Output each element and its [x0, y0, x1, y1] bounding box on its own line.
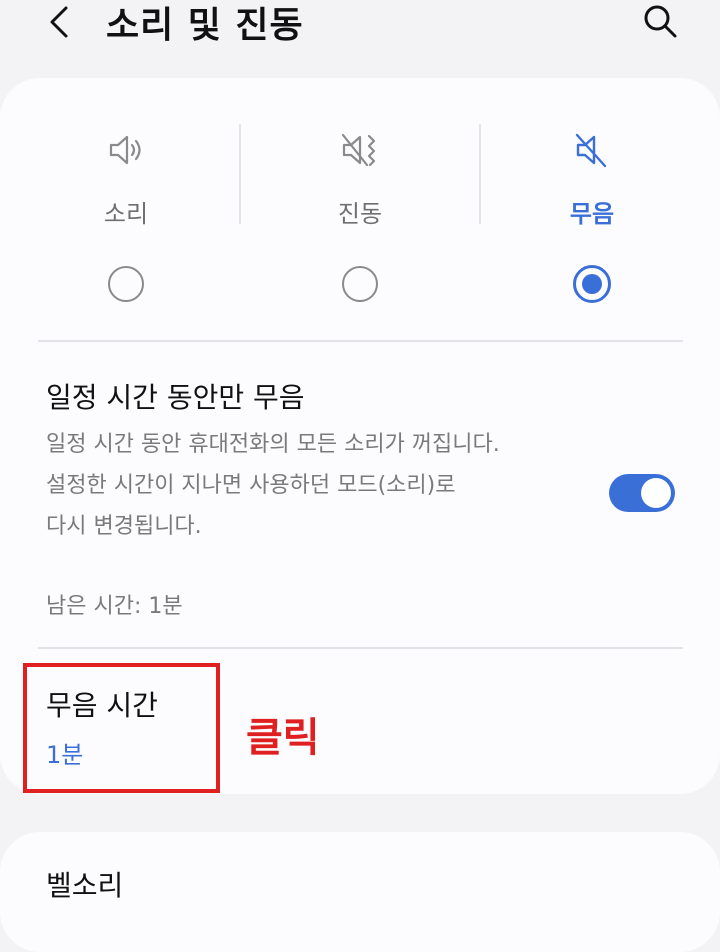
- back-button[interactable]: [40, 2, 80, 42]
- search-button[interactable]: [638, 0, 682, 44]
- highlight-box: [23, 663, 220, 793]
- mode-divider: [479, 124, 481, 224]
- speaker-icon: [109, 135, 141, 165]
- mode-sound[interactable]: 소리: [46, 78, 206, 302]
- section-divider: [38, 647, 683, 649]
- section-divider: [38, 340, 683, 342]
- click-annotation: 클릭: [246, 715, 320, 761]
- mode-mute-radio[interactable]: [573, 265, 611, 303]
- ringtone-title[interactable]: 벨소리: [46, 864, 123, 904]
- timed-mute-title: 일정 시간 동안만 무음: [46, 381, 305, 414]
- mode-divider: [239, 124, 241, 224]
- timed-mute-description: 일정 시간 동안 휴대전화의 모든 소리가 꺼집니다. 설정한 시간이 지나면 …: [46, 424, 606, 547]
- mode-sound-label: 소리: [103, 200, 149, 228]
- vibrate-icon: [341, 133, 376, 167]
- timed-mute-description-line: 설정한 시간이 지나면 사용하던 모드(소리)로: [46, 473, 456, 498]
- remaining-time: 남은 시간: 1분: [46, 594, 183, 619]
- page-title: 소리 및 진동: [106, 5, 304, 46]
- timed-mute-toggle[interactable]: [609, 474, 675, 512]
- mode-mute[interactable]: 무음: [512, 78, 672, 303]
- toggle-knob: [641, 478, 671, 508]
- timed-mute-description-line: 일정 시간 동안 휴대전화의 모든 소리가 꺼집니다.: [46, 432, 500, 457]
- back-arrow-icon: [50, 6, 68, 38]
- mode-mute-label: 무음: [569, 200, 615, 228]
- timed-mute-description-line: 다시 변경됩니다.: [46, 514, 202, 539]
- mode-vibrate[interactable]: 진동: [280, 78, 440, 302]
- header: 소리 및 진동: [0, 0, 720, 62]
- mode-vibrate-radio[interactable]: [342, 266, 378, 302]
- search-icon: [644, 5, 677, 38]
- mode-sound-radio[interactable]: [108, 266, 144, 302]
- mute-icon: [575, 133, 607, 168]
- mode-vibrate-label: 진동: [337, 200, 383, 228]
